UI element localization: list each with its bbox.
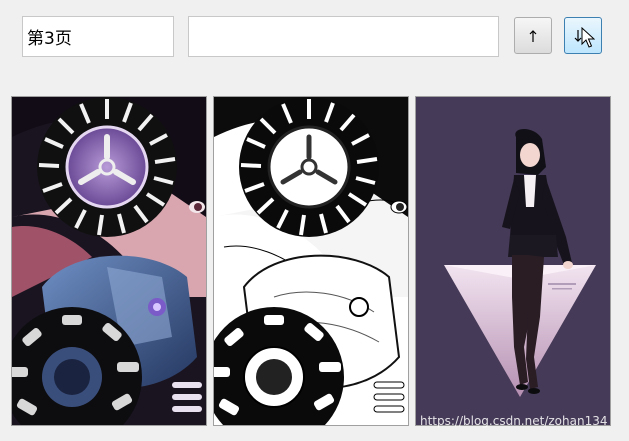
next-button[interactable]	[564, 17, 602, 54]
arrow-up-icon	[529, 29, 537, 42]
page-number-input[interactable]	[22, 16, 174, 57]
original-image	[11, 96, 207, 426]
arrow-down-icon	[574, 29, 582, 42]
processed-image	[213, 96, 409, 426]
previous-button[interactable]	[514, 17, 552, 54]
search-input[interactable]	[188, 16, 499, 57]
third-image	[415, 96, 611, 426]
